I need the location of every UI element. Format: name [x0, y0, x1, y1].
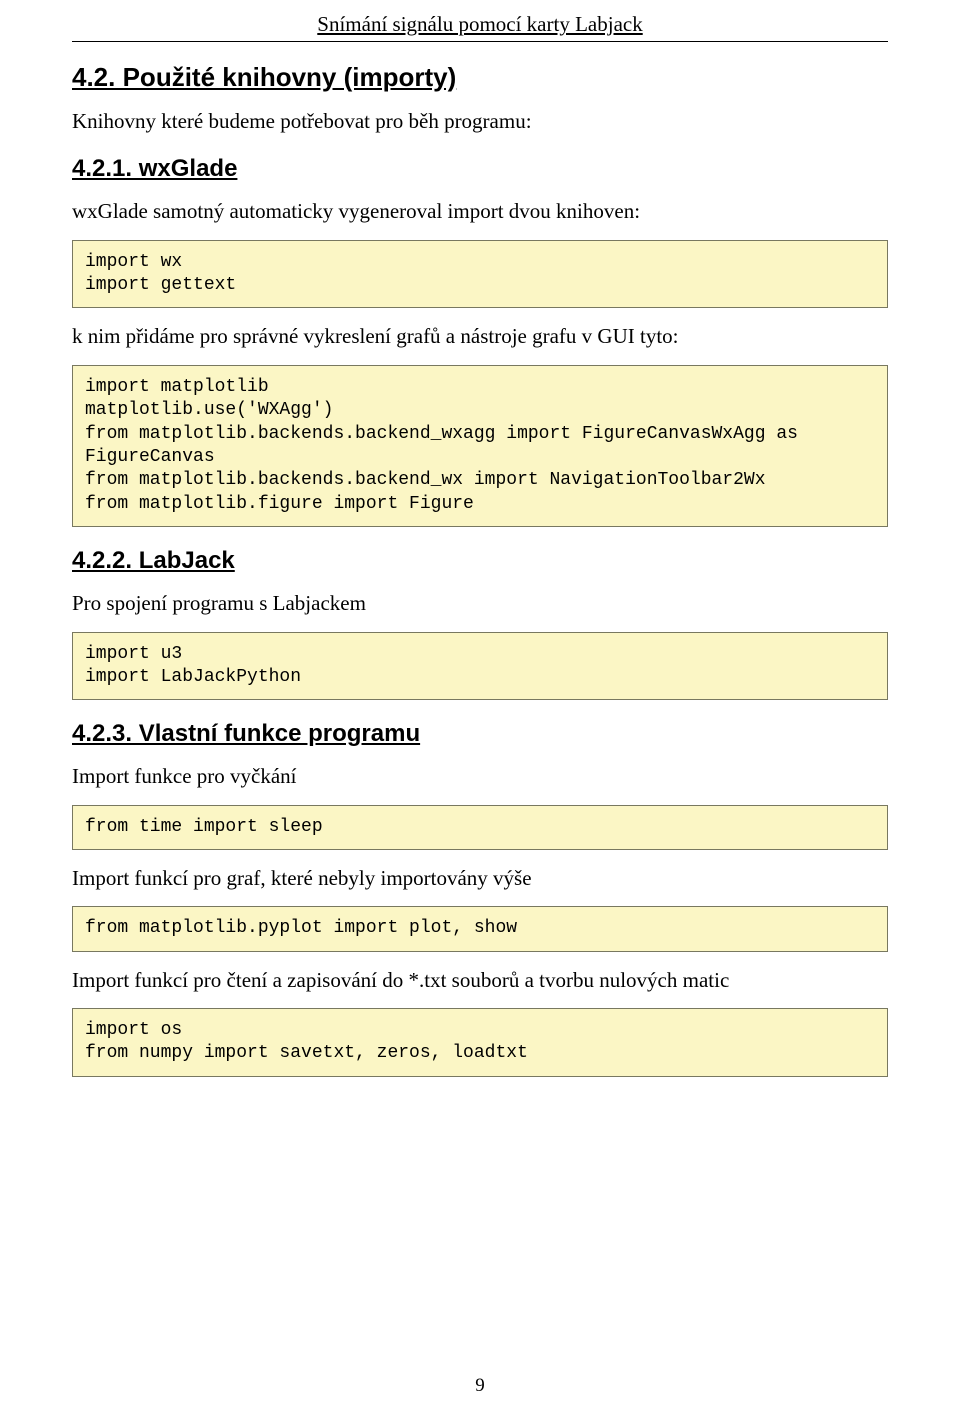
- code-block: import matplotlib matplotlib.use('WXAgg'…: [72, 365, 888, 527]
- paragraph: Pro spojení programu s Labjackem: [72, 589, 888, 617]
- paragraph: Import funkce pro vyčkání: [72, 762, 888, 790]
- heading-4-2-2: 4.2.2. LabJack: [72, 547, 888, 575]
- code-block: from time import sleep: [72, 805, 888, 850]
- heading-4-2: 4.2. Použité knihovny (importy): [72, 62, 888, 93]
- code-block: from matplotlib.pyplot import plot, show: [72, 906, 888, 951]
- paragraph: Knihovny které budeme potřebovat pro běh…: [72, 107, 888, 135]
- code-block: import wx import gettext: [72, 240, 888, 309]
- heading-4-2-1: 4.2.1. wxGlade: [72, 155, 888, 183]
- heading-4-2-3: 4.2.3. Vlastní funkce programu: [72, 720, 888, 748]
- top-rule: [72, 41, 888, 42]
- page-number: 9: [0, 1375, 960, 1397]
- running-header: Snímání signálu pomocí karty Labjack: [72, 12, 888, 39]
- page: Snímání signálu pomocí karty Labjack 4.2…: [0, 0, 960, 1427]
- paragraph: Import funkcí pro graf, které nebyly imp…: [72, 864, 888, 892]
- code-block: import os from numpy import savetxt, zer…: [72, 1008, 888, 1077]
- paragraph: wxGlade samotný automaticky vygeneroval …: [72, 197, 888, 225]
- paragraph: Import funkcí pro čtení a zapisování do …: [72, 966, 888, 994]
- code-block: import u3 import LabJackPython: [72, 632, 888, 701]
- paragraph: k nim přidáme pro správné vykreslení gra…: [72, 322, 888, 350]
